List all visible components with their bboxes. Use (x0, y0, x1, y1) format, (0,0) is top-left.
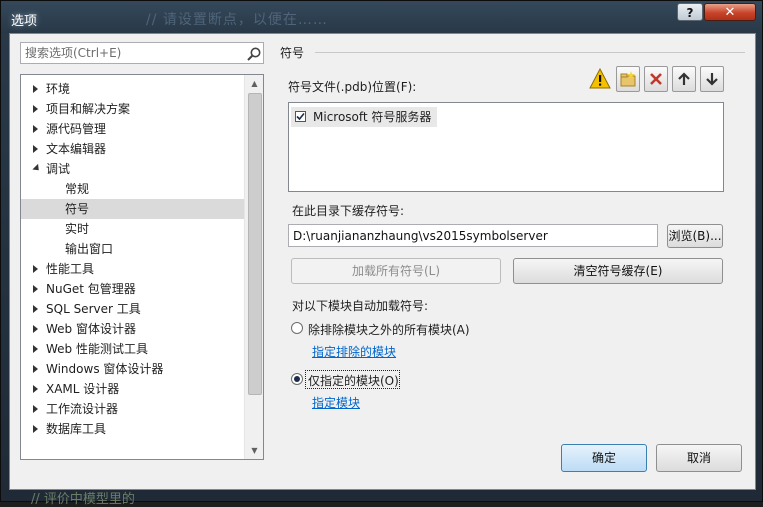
tree-item-label: 数据库工具 (46, 422, 107, 436)
browse-button[interactable]: 浏览(B)... (667, 224, 723, 248)
search-icon[interactable] (246, 46, 262, 62)
tree-item-label: 符号 (65, 202, 90, 216)
specify-excluded-modules-link[interactable]: 指定排除的模块 (312, 343, 396, 360)
warning-icon (589, 68, 611, 89)
tree-item[interactable]: XAML 设计器 (21, 379, 244, 399)
cancel-button[interactable]: 取消 (656, 444, 742, 472)
tree-item[interactable]: 常规 (21, 179, 244, 199)
tree-scrollbar[interactable]: ▲ ▼ (244, 75, 263, 459)
tree-item-label: SQL Server 工具 (46, 302, 141, 316)
collapsed-arrow-icon[interactable] (33, 325, 38, 333)
tree-item-label: 项目和解决方案 (46, 102, 131, 116)
tree-item-label: 性能工具 (46, 262, 95, 276)
scroll-thumb[interactable] (248, 93, 262, 395)
tree-item-label: XAML 设计器 (46, 382, 120, 396)
move-up-button[interactable] (672, 66, 696, 92)
collapsed-arrow-icon[interactable] (33, 345, 38, 353)
title-bar: 选项 // 请设置断点，以便在…… ? ✕ (1, 1, 762, 33)
tree-item-label: Web 性能测试工具 (46, 342, 148, 356)
tree-item[interactable]: 环境 (21, 79, 244, 99)
tree-item[interactable]: 调试 (21, 159, 244, 179)
radio-only-specified[interactable] (291, 373, 303, 385)
options-tree: 环境项目和解决方案 源代码管理文本编辑器调试常规符号实时输出窗口性能工具 NuGet… (20, 74, 264, 460)
list-item[interactable]: Microsoft 符号服务器 (291, 107, 438, 127)
radio-all-except[interactable] (291, 322, 303, 334)
scroll-up-icon[interactable]: ▲ (245, 75, 263, 92)
add-location-button[interactable] (616, 66, 640, 92)
tree-item-label: 环境 (46, 82, 71, 96)
search-box (20, 42, 264, 64)
ok-button[interactable]: 确定 (561, 444, 647, 472)
tree-item-label: Windows 窗体设计器 (46, 362, 164, 376)
tree-item-label: 文本编辑器 (46, 142, 107, 156)
tree-item-label: 输出窗口 (65, 242, 114, 256)
collapsed-arrow-icon[interactable] (33, 285, 38, 293)
tree-item-label: 调试 (46, 162, 71, 176)
dialog-title: 选项 (11, 14, 38, 29)
collapsed-arrow-icon[interactable] (33, 145, 38, 153)
collapsed-arrow-icon[interactable] (33, 305, 38, 313)
tree-item[interactable]: Web 窗体设计器 (21, 319, 244, 339)
radio-all-except-label[interactable]: 除排除模块之外的所有模块(A) (308, 321, 470, 338)
tree-item-label: 工作流设计器 (46, 402, 119, 416)
tree-item[interactable]: 输出窗口 (21, 239, 244, 259)
tree-item-label: NuGet 包管理器 (46, 282, 136, 296)
radio-only-specified-label[interactable]: 仅指定的模块(O) (308, 372, 399, 389)
location-label: Microsoft 符号服务器 (313, 110, 432, 124)
new-folder-icon (620, 71, 636, 87)
tree-item[interactable]: SQL Server 工具 (21, 299, 244, 319)
cache-path-input[interactable] (288, 224, 658, 247)
arrow-up-icon (678, 72, 690, 85)
tree-item-label: 实时 (65, 222, 90, 236)
tree-item[interactable]: 符号 (21, 199, 244, 219)
tree-item[interactable]: 源代码管理 (21, 119, 244, 139)
collapsed-arrow-icon[interactable] (33, 85, 38, 93)
auto-load-label: 对以下模块自动加载符号: (292, 299, 429, 313)
collapsed-arrow-icon[interactable] (33, 125, 38, 133)
collapsed-arrow-icon[interactable] (33, 405, 38, 413)
dialog-client-area: 环境项目和解决方案源代码管理文本编辑器调试常规符号实时输出窗口性能工具NuGet… (9, 33, 756, 490)
tree-item[interactable]: NuGet 包管理器 (21, 279, 244, 299)
load-all-symbols-button[interactable]: 加载所有符号(L) (291, 258, 501, 284)
tree-item-label: 常规 (65, 182, 90, 196)
tree-item[interactable]: 文本编辑器 (21, 139, 244, 159)
clear-symbol-cache-button[interactable]: 清空符号缓存(E) (513, 258, 723, 284)
scroll-down-icon[interactable]: ▼ (245, 442, 263, 459)
expanded-arrow-icon[interactable] (32, 163, 42, 174)
tree-item[interactable]: 项目和解决方案 (21, 99, 244, 119)
collapsed-arrow-icon[interactable] (33, 365, 38, 373)
tree-item[interactable]: Windows 窗体设计器 (21, 359, 244, 379)
checkbox[interactable] (295, 111, 306, 122)
search-input[interactable] (23, 44, 239, 62)
tree-item[interactable]: 工作流设计器 (21, 399, 244, 419)
collapsed-arrow-icon[interactable] (33, 105, 38, 113)
tree-item-label: 源代码管理 (46, 122, 107, 136)
cache-directory-label: 在此目录下缓存符号: (292, 204, 405, 218)
options-dialog: 选项 // 请设置断点，以便在…… ? ✕ 环境项目和解决方案源代码管理文本编辑… (0, 0, 763, 507)
tree-item[interactable]: 实时 (21, 219, 244, 239)
background-editor-text-bottom: // 评价中模型里的 (31, 492, 135, 507)
arrow-down-icon (706, 73, 718, 86)
specify-modules-link[interactable]: 指定模块 (312, 394, 360, 411)
checkmark-icon (296, 112, 305, 121)
close-button[interactable]: ✕ (704, 3, 756, 21)
tree-item[interactable]: Web 性能测试工具 (21, 339, 244, 359)
remove-location-button[interactable] (644, 66, 668, 92)
tree-item[interactable]: 性能工具 (21, 259, 244, 279)
background-editor-text: // 请设置断点，以便在…… (146, 12, 328, 28)
help-button[interactable]: ? (677, 3, 703, 21)
move-down-button[interactable] (700, 66, 724, 92)
tree-item-label: Web 窗体设计器 (46, 322, 136, 336)
tree-item[interactable]: 数据库工具 (21, 419, 244, 439)
symbol-locations-list: Microsoft 符号服务器 (288, 102, 724, 192)
symbol-locations-label: 符号文件(.pdb)位置(F): (288, 80, 417, 94)
delete-icon (650, 73, 662, 85)
section-divider (315, 52, 745, 53)
section-title: 符号 (280, 46, 305, 60)
collapsed-arrow-icon[interactable] (33, 385, 38, 393)
collapsed-arrow-icon[interactable] (33, 265, 38, 273)
collapsed-arrow-icon[interactable] (33, 425, 38, 433)
